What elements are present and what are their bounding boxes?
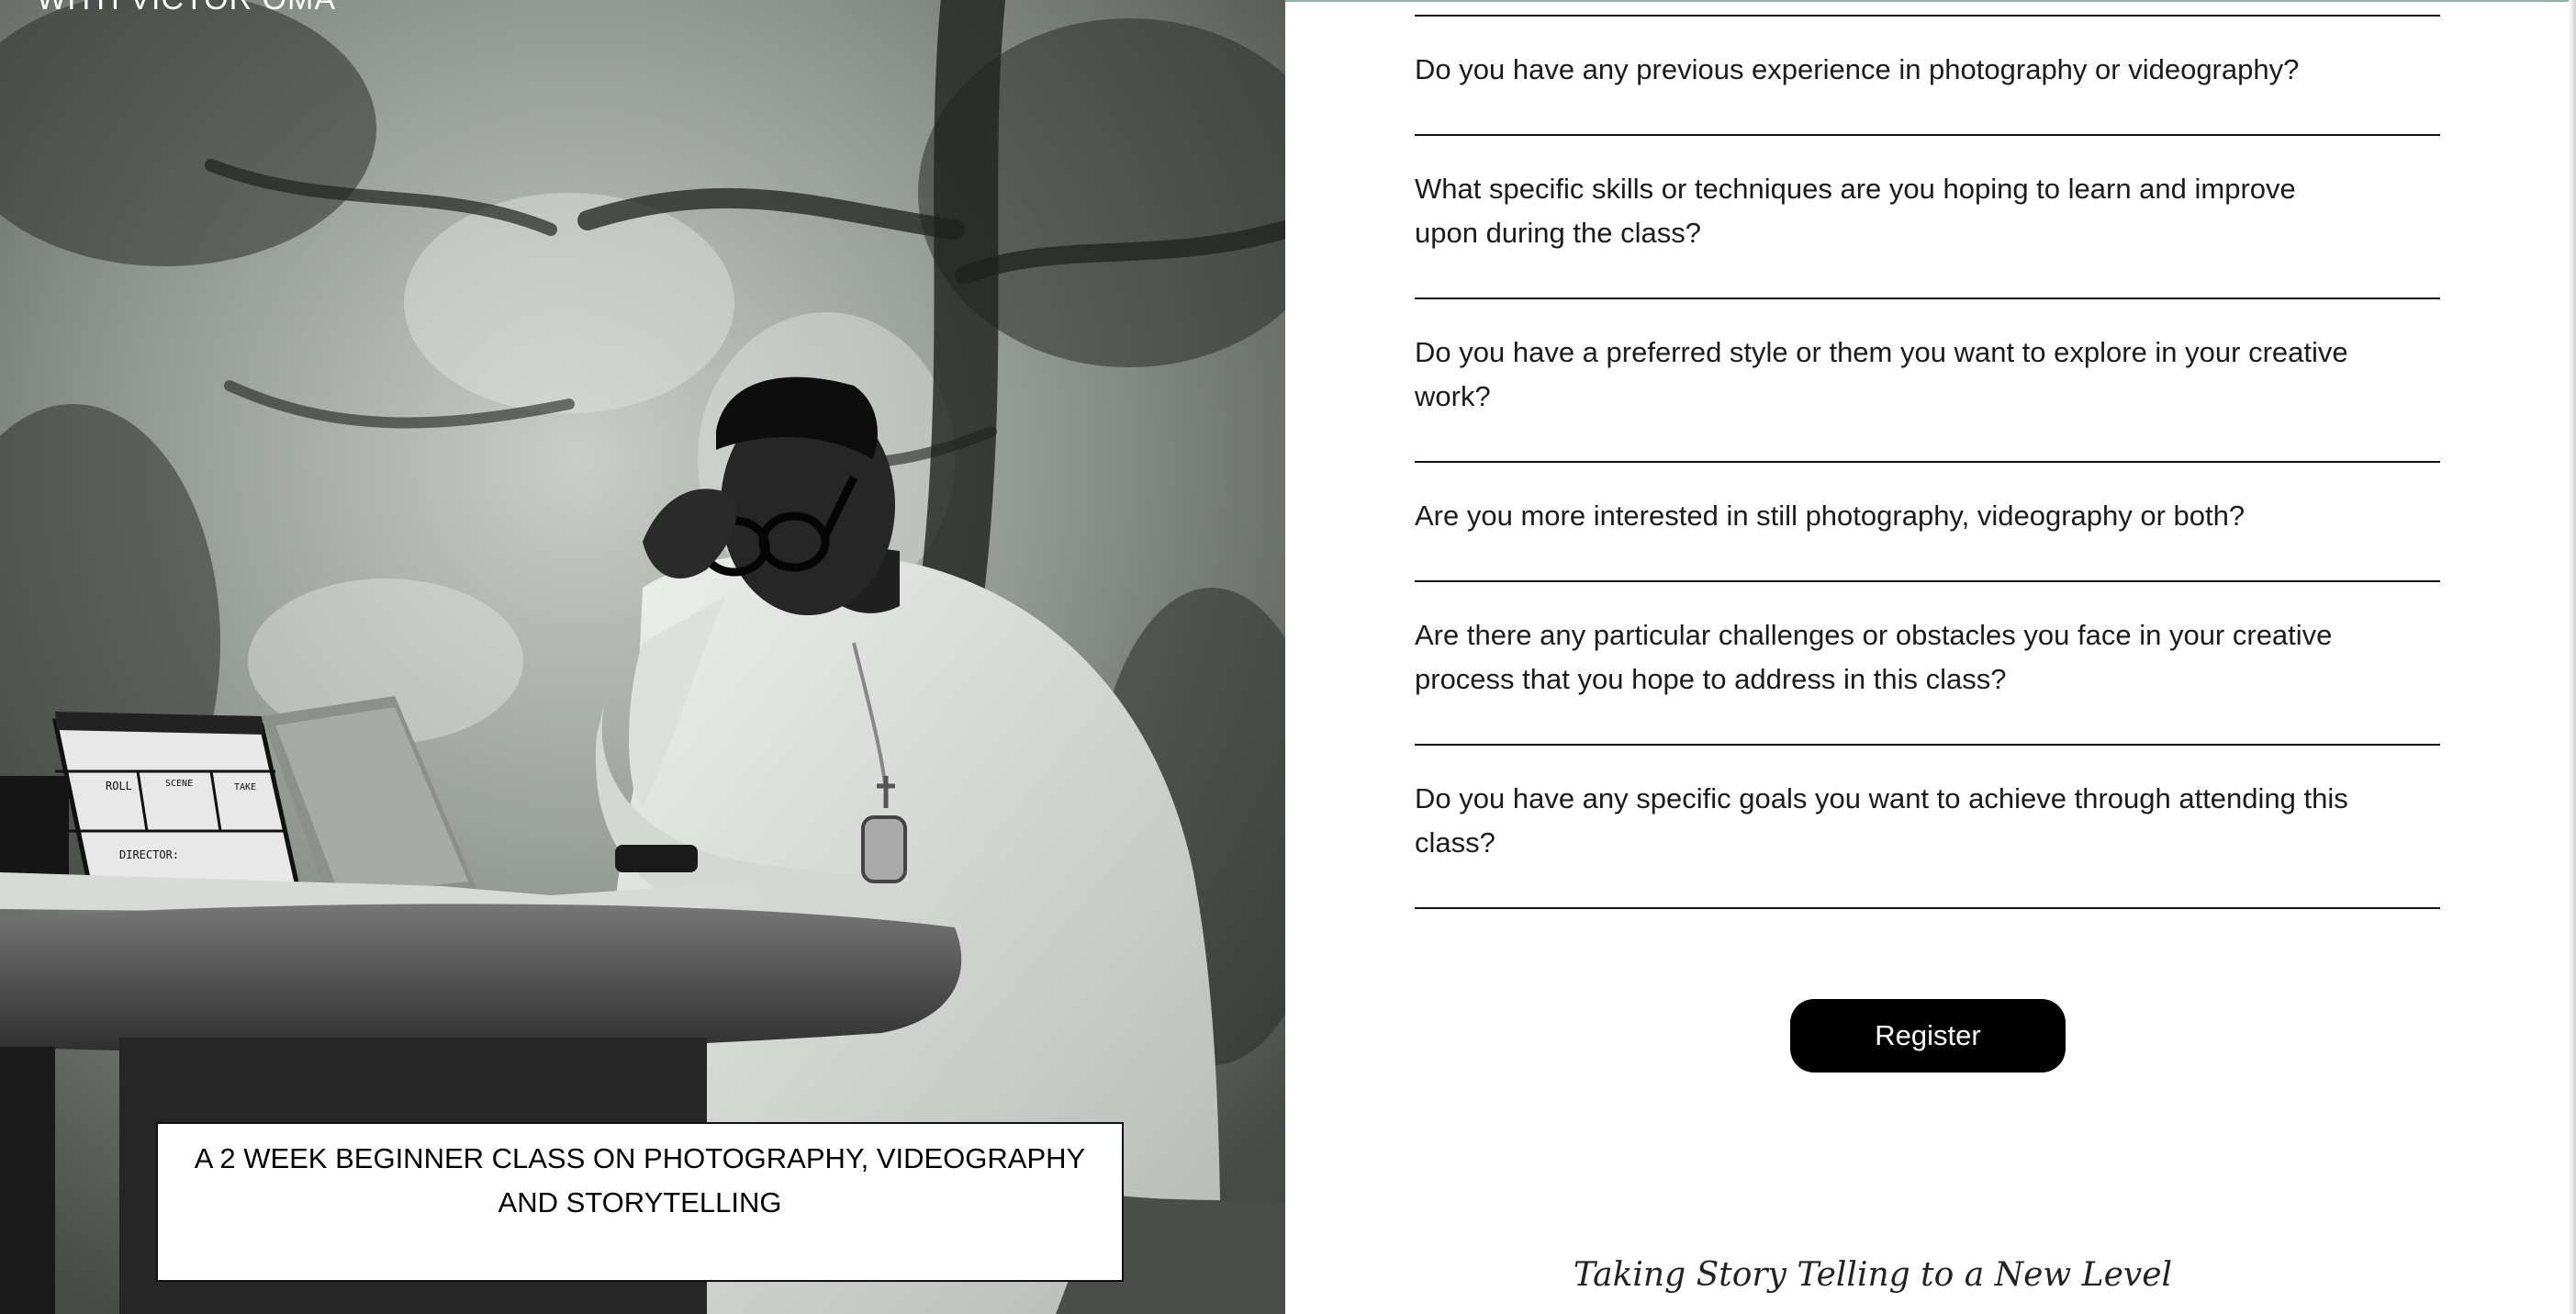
question-label: Are there any particular challenges or o… [1415,619,2333,695]
question-item-challenges: Are there any particular challenges or o… [1415,580,2440,744]
question-item-interest: Are you more interested in still photogr… [1415,461,2440,580]
hero-caption-text: A 2 WEEK BEGINNER CLASS ON PHOTOGRAPHY, … [194,1142,1086,1219]
question-label: Do you have any specific goals you want … [1415,782,2348,859]
window-edge-shadow [2569,0,2576,1314]
question-label: What specific skills or techniques are y… [1415,173,2296,249]
answer-field-goals[interactable] [1415,865,2440,907]
svg-text:ROLL: ROLL [106,780,132,792]
svg-text:DIRECTOR:: DIRECTOR: [119,848,179,861]
question-label: Do you have a preferred style or them yo… [1415,336,2348,412]
hero-photo-illustration: ROLL SCENE TAKE DIRECTOR: [0,0,1285,1314]
question-label: Are you more interested in still photogr… [1415,500,2246,532]
question-item-skills: What specific skills or techniques are y… [1415,134,2440,298]
answer-field-experience[interactable] [1415,92,2440,134]
question-item-goals: Do you have any specific goals you want … [1415,744,2440,909]
question-list: Do you have any previous experience in p… [1415,15,2440,909]
hero-top-text: WITH VICTOR OMA [37,0,336,17]
answer-field-interest[interactable] [1415,538,2440,580]
top-accent-line [1285,0,2576,2]
registration-form: Do you have any previous experience in p… [1285,0,2576,1314]
registration-page: ROLL SCENE TAKE DIRECTOR: WITH VICTOR OM… [0,0,2576,1314]
question-label: Do you have any previous experience in p… [1415,53,2300,85]
svg-text:TAKE: TAKE [234,782,256,792]
clapperboard: ROLL SCENE TAKE DIRECTOR: [51,712,302,898]
hero-caption: A 2 WEEK BEGINNER CLASS ON PHOTOGRAPHY, … [156,1122,1124,1282]
register-button[interactable]: Register [1790,999,2066,1073]
hero-photo: ROLL SCENE TAKE DIRECTOR: WITH VICTOR OM… [0,0,1285,1314]
svg-text:SCENE: SCENE [165,779,193,789]
footer-tagline: Taking Story Telling to a New Level [1573,1256,2173,1294]
answer-field-skills[interactable] [1415,255,2440,298]
answer-field-style[interactable] [1415,419,2440,461]
question-item-experience: Do you have any previous experience in p… [1415,15,2440,134]
question-item-style: Do you have a preferred style or them yo… [1415,298,2440,461]
answer-field-challenges[interactable] [1415,702,2440,744]
